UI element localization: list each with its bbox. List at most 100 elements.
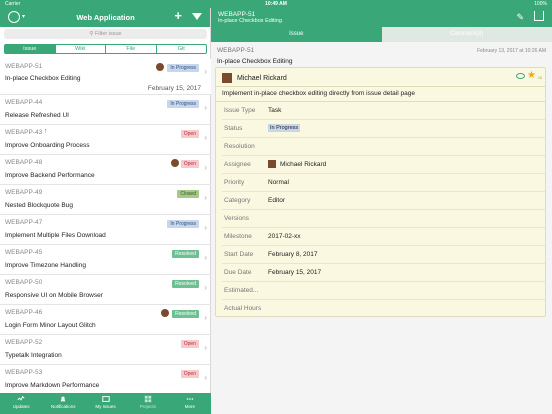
tab-my-issues[interactable]: My Issues [84, 393, 126, 414]
list-item[interactable]: WEBAPP-52 Open › Typetalk Integration [0, 335, 211, 365]
field-value: February 8, 2017 [268, 251, 318, 258]
filter-placeholder: Filter issue [94, 31, 122, 37]
tab-label: My Issues [95, 404, 116, 409]
list-item[interactable]: WEBAPP-45 Resolved › Improve Timezone Ha… [0, 245, 211, 275]
list-item[interactable]: WEBAPP-53 Open › Improve Markdown Perfor… [0, 365, 211, 395]
high-priority-arrow-icon: ↑ [44, 128, 48, 135]
updates-icon [17, 395, 25, 401]
field-label: Actual Hours [224, 305, 262, 312]
list-item[interactable]: WEBAPP-51 In Progress › In-place Checkbo… [0, 59, 211, 95]
field-label: Status [224, 125, 243, 132]
field-value: February 15, 2017 [268, 269, 322, 276]
issue-key: WEBAPP-49 [5, 189, 43, 196]
list-item[interactable]: WEBAPP-48 Open › Improve Backend Perform… [0, 155, 211, 185]
filter-issue-input[interactable]: ⚲ Filter issue [4, 29, 207, 39]
filter-icon[interactable] [192, 13, 202, 20]
status-badge: Open [180, 370, 199, 378]
status-badge: In Progress [167, 220, 199, 228]
clock: 10:49 AM [265, 1, 287, 7]
field-versions[interactable]: Versions [222, 210, 545, 228]
issue-title: In-place Checkbox Editing [217, 58, 293, 65]
tab-label: Updates [12, 404, 30, 409]
issue-summary: Responsive UI on Mobile Browser [5, 292, 103, 299]
chevron-right-icon: › [204, 223, 207, 232]
field-label: Assignee [224, 161, 251, 168]
issue-summary: In-place Checkbox Editing [5, 75, 81, 82]
section-segmented-control: Issue Wiki File Git [4, 44, 207, 54]
issue-key: WEBAPP-45 [5, 249, 43, 256]
bottom-tab-bar: Updates Notifications My Issues Projects… [0, 393, 211, 414]
field-label: Priority [224, 179, 245, 186]
segment-issue[interactable]: Issue [5, 45, 56, 53]
status-badge: Open [180, 160, 199, 168]
projects-icon [144, 395, 151, 403]
issue-summary: Improve Timezone Handling [5, 262, 86, 269]
field-resolution[interactable]: Resolution [222, 138, 545, 156]
add-issue-button[interactable]: + [174, 9, 182, 23]
field-issue-type[interactable]: Issue Type Task [222, 102, 545, 120]
list-item[interactable]: WEBAPP-43 ↑ Open › Improve Onboarding Pr… [0, 125, 211, 155]
issue-summary: Login Form Minor Layout Glitch [5, 322, 96, 329]
battery-level: 100% [534, 1, 547, 7]
segment-wiki[interactable]: Wiki [56, 45, 106, 53]
status-badge: Open [180, 130, 199, 138]
field-start-date[interactable]: Start Date February 8, 2017 [222, 246, 545, 264]
field-assignee[interactable]: Assignee Michael Rickard [222, 156, 545, 174]
issue-key: WEBAPP-50 [5, 279, 43, 286]
edit-icon[interactable]: ✎ [516, 12, 524, 23]
star-count: 26 [537, 75, 542, 80]
tab-comments[interactable]: Comment(8) [381, 27, 552, 42]
field-estimated-hours[interactable]: Estimated... [222, 282, 545, 300]
chevron-right-icon: › [204, 103, 207, 112]
chevron-right-icon: › [204, 373, 207, 382]
issue-key: WEBAPP-53 [5, 369, 43, 376]
field-value: Task [268, 107, 282, 114]
list-item[interactable]: WEBAPP-44 In Progress › Release Refreshe… [0, 95, 211, 125]
field-label: Resolution [224, 143, 255, 150]
star-icon[interactable]: ★ [527, 70, 536, 81]
due-date: February 15, 2017 [147, 85, 201, 92]
field-due-date[interactable]: Due Date February 15, 2017 [222, 264, 545, 282]
issue-key: WEBAPP-47 [5, 219, 43, 226]
list-item[interactable]: WEBAPP-46 Resolved › Login Form Minor La… [0, 305, 211, 335]
status-badge: Resolved [172, 250, 199, 258]
status-badge: In Progress [167, 100, 199, 108]
chevron-right-icon: › [204, 193, 207, 202]
list-item[interactable]: WEBAPP-49 Closed › Nested Blockquote Bug [0, 185, 211, 215]
status-badge: In Progress [167, 64, 199, 72]
status-badge: Resolved [172, 310, 199, 318]
field-actual-hours[interactable]: Actual Hours [222, 300, 545, 318]
nav-issue-key: WEBAPP-51 [218, 11, 256, 18]
tab-projects[interactable]: Projects [127, 393, 169, 414]
list-item[interactable]: WEBAPP-47 In Progress › Implement Multip… [0, 215, 211, 245]
list-item[interactable]: WEBAPP-50 Resolved › Responsive UI on Mo… [0, 275, 211, 305]
status-badge: Resolved [172, 280, 199, 288]
field-label: Estimated... [224, 287, 259, 294]
issue-card: Michael Rickard ★ 26 Implement in-place … [215, 67, 546, 317]
issue-summary: Improve Onboarding Process [5, 142, 90, 149]
avatar [156, 63, 164, 71]
chevron-right-icon: › [204, 163, 207, 172]
field-priority[interactable]: Priority Normal [222, 174, 545, 192]
field-value: Editor [268, 197, 285, 204]
share-icon[interactable] [534, 11, 544, 21]
author-name: Michael Rickard [237, 74, 287, 82]
field-label: Category [224, 197, 251, 204]
field-milestone[interactable]: Milestone 2017-02-xx [222, 228, 545, 246]
watch-icon[interactable] [516, 73, 525, 79]
tab-updates[interactable]: Updates [0, 393, 42, 414]
segment-git[interactable]: Git [157, 45, 207, 53]
field-status[interactable]: Status In Progress [222, 120, 545, 138]
issue-key: WEBAPP-52 [5, 339, 43, 346]
chevron-right-icon: › [204, 253, 207, 262]
avatar [161, 309, 169, 317]
status-badge: In Progress [268, 124, 301, 132]
status-badge: Open [180, 340, 199, 348]
tab-more[interactable]: More [169, 393, 211, 414]
segment-file[interactable]: File [106, 45, 157, 53]
field-category[interactable]: Category Editor [222, 192, 545, 210]
tab-issue[interactable]: Issue [211, 27, 382, 42]
left-nav-bar: ▾ Web Application + [0, 8, 210, 27]
chevron-right-icon: › [204, 67, 207, 76]
tab-notifications[interactable]: Notifications [42, 393, 84, 414]
